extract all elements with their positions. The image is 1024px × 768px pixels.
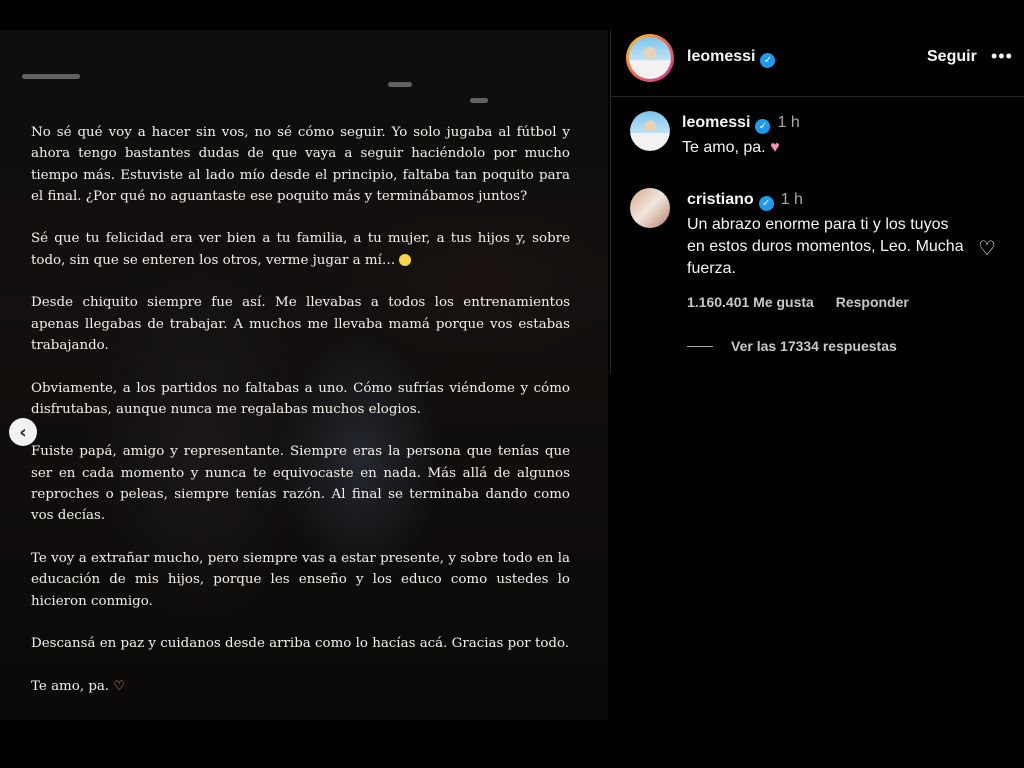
reply-button[interactable]: Responder <box>836 294 909 310</box>
comment-likes-count[interactable]: 1.160.401 Me gusta <box>687 294 814 310</box>
comment-username[interactable]: leomessi ✓ 1 h <box>682 114 800 134</box>
letter-paragraph-8: Te amo, pa. ♡ <box>31 676 570 697</box>
avatar[interactable] <box>630 188 670 228</box>
comment-time: 1 h <box>780 191 803 208</box>
letter-paragraph-2: Sé que tu felicidad era ver bien a tu fa… <box>31 228 570 271</box>
letter-paragraph-6: Te voy a extrañar mucho, pero siempre va… <box>31 550 570 609</box>
letter-paragraph-5: Fuiste papá, amigo y representante. Siem… <box>31 444 570 524</box>
comment-meta: 1.160.401 Me gusta Responder <box>687 294 909 310</box>
letter-paragraph-8-text: Te amo, pa. <box>31 678 110 694</box>
letter-paragraph-3: Desde chiquito siempre fue así. Me lleva… <box>31 295 570 353</box>
comment-time: 1 h <box>777 114 800 131</box>
post-header: leomessi ✓ Seguir ••• <box>611 30 1024 97</box>
comment-username-text: cristiano <box>687 191 754 208</box>
comments-panel: leomessi ✓ Seguir ••• leomessi ✓ 1 h Te amo… <box>610 30 1024 374</box>
letter-text: No sé qué voy a hacer sin vos, no sé cóm… <box>31 122 570 697</box>
comment-text-body: Te amo, pa. <box>682 139 766 156</box>
smiling-face-emoji-icon <box>399 253 412 266</box>
heart-emoji-icon: ♥ <box>770 139 780 156</box>
letter-paragraph-7: Descansá en paz y cuidanos desde arriba … <box>31 636 570 652</box>
follow-button[interactable]: Seguir <box>927 48 977 66</box>
comment-username[interactable]: cristiano ✓ 1 h <box>687 191 803 211</box>
avatar-image <box>629 37 671 79</box>
verified-badge-icon: ✓ <box>755 119 771 134</box>
view-replies-label: Ver las 17334 respuestas <box>731 338 897 354</box>
heart-like-icon[interactable]: ♡ <box>978 237 1000 259</box>
comment-username-text: leomessi <box>682 114 751 131</box>
comment-text: Un abrazo enorme para ti y los tuyos en … <box>687 216 964 277</box>
header-username-text: leomessi <box>687 48 756 65</box>
header-username[interactable]: leomessi ✓ <box>687 48 776 68</box>
letter-paragraph-2-text: Sé que tu felicidad era ver bien a tu fa… <box>31 231 570 268</box>
previous-slide-button[interactable]: ‹ <box>9 418 37 446</box>
verified-badge-icon: ✓ <box>758 196 774 211</box>
replies-divider <box>687 346 713 347</box>
chevron-left-icon: ‹ <box>19 421 27 443</box>
post-media: No sé qué voy a hacer sin vos, no sé cóm… <box>0 30 608 720</box>
avatar-image <box>630 111 670 151</box>
heart-emoji-icon: ♡ <box>113 678 126 694</box>
avatar[interactable] <box>630 111 670 151</box>
avatar[interactable] <box>626 34 674 82</box>
comment-text: Te amo, pa. ♥ <box>682 137 780 159</box>
more-options-icon[interactable]: ••• <box>991 46 1013 67</box>
verified-badge-icon: ✓ <box>760 53 776 68</box>
letter-paragraph-4: Obviamente, a los partidos no faltabas a… <box>31 380 570 417</box>
letter-paragraph-1: No sé qué voy a hacer sin vos, no sé cóm… <box>31 125 570 204</box>
view-replies-button[interactable]: Ver las 17334 respuestas <box>687 338 897 354</box>
